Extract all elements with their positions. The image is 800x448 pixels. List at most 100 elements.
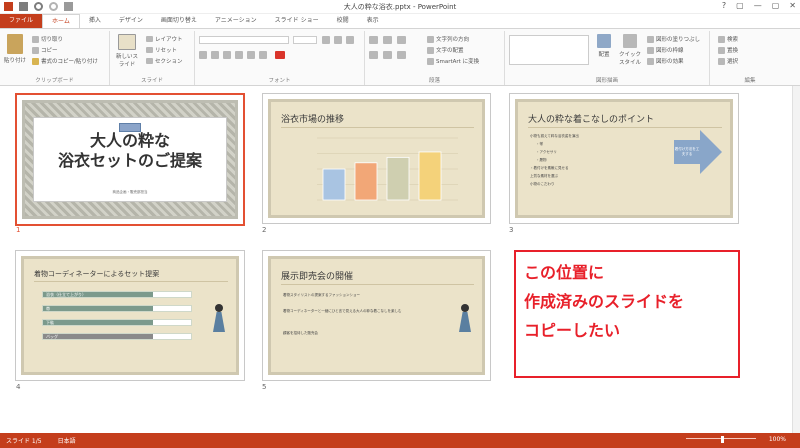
tab-home[interactable]: ホーム xyxy=(42,14,80,28)
slide-number-5: 5 xyxy=(262,383,267,391)
clipboard-group-label: クリップボード xyxy=(35,78,74,84)
italic-button[interactable] xyxy=(211,51,219,59)
find-icon xyxy=(718,35,725,43)
zoom-slider-thumb[interactable] xyxy=(721,436,724,443)
vertical-scrollbar[interactable] xyxy=(792,86,800,433)
align-left-button[interactable] xyxy=(369,51,378,59)
language-indicator[interactable]: 日本語 xyxy=(58,436,76,445)
slide-thumbnail-2[interactable]: 浴衣市場の推移 xyxy=(262,93,491,224)
drawing-group: 配置 クイック スタイル 図形の塗りつぶし 図形の枠線 図形の効果 図形描画 xyxy=(505,31,710,85)
close-icon[interactable]: ✕ xyxy=(789,1,796,10)
format-painter-button[interactable]: 書式のコピー/貼り付け xyxy=(32,57,98,65)
slide-1-canvas: 大人の粋な 浴衣セットのご提案 商品企画・販売部担当 xyxy=(22,100,238,219)
smartart-icon xyxy=(427,57,434,65)
editing-group-label: 編集 xyxy=(744,78,756,84)
help-icon[interactable]: ? xyxy=(722,1,726,10)
minimize-icon[interactable]: — xyxy=(754,1,762,10)
shape-effects-button[interactable]: 図形の効果 xyxy=(647,57,684,65)
shapes-gallery[interactable] xyxy=(509,35,589,65)
paste-button[interactable]: 貼り付け xyxy=(3,34,27,64)
zoom-level[interactable]: 100% xyxy=(769,436,786,443)
ribbon: 貼り付け 切り取り コピー 書式のコピー/貼り付け クリップボード 新しいスライ… xyxy=(0,28,800,86)
tab-animations[interactable]: アニメーション xyxy=(206,14,266,28)
new-slide-button[interactable]: 新しいスライド xyxy=(114,34,140,68)
align-right-icon xyxy=(397,51,406,59)
shape-outline-button[interactable]: 図形の枠線 xyxy=(647,46,684,54)
slide-thumbnail-5[interactable]: 展示即売会の開催 着物スタイリストの提案するファッションショー 着物コーディネー… xyxy=(262,250,491,381)
tab-review[interactable]: 校閲 xyxy=(328,14,358,28)
cut-button[interactable]: 切り取り xyxy=(32,35,63,43)
chart-bar-4 xyxy=(418,151,442,201)
slide-4-item-bar: 浴衣（仕立て上がり） xyxy=(42,291,192,298)
section-button[interactable]: セクション xyxy=(146,57,183,65)
slide-4-item-label: 下駄 xyxy=(43,320,153,325)
font-size-field[interactable] xyxy=(293,36,317,44)
strikethrough-button[interactable] xyxy=(247,51,255,59)
slide-5-canvas: 展示即売会の開催 着物スタイリストの提案するファッションショー 着物コーディネー… xyxy=(268,256,485,375)
find-button[interactable]: 検索 xyxy=(718,35,738,43)
spacing-button[interactable] xyxy=(259,51,267,59)
brush-icon xyxy=(32,57,39,65)
quick-styles-button[interactable]: クイック スタイル xyxy=(618,34,642,66)
bold-button[interactable] xyxy=(199,51,207,59)
align-text-button[interactable]: 文字の配置 xyxy=(427,46,464,54)
arrange-button[interactable]: 配置 xyxy=(593,34,615,58)
layout-button[interactable]: レイアウト xyxy=(146,35,183,43)
drawing-group-label: 図形描画 xyxy=(595,78,618,84)
slide-4-item-bar: バッグ xyxy=(42,333,192,340)
slide-4-item-label: 帯 xyxy=(43,306,153,311)
callout-line: 作成済みのスライドを xyxy=(524,292,685,311)
slide-4-item-label: 浴衣（仕立て上がり） xyxy=(43,292,153,297)
shadow-button[interactable] xyxy=(235,51,243,59)
chart-bar-2 xyxy=(354,162,378,201)
clear-format-button[interactable] xyxy=(346,36,354,44)
smartart-button[interactable]: SmartArt に変換 xyxy=(427,57,479,65)
tab-file[interactable]: ファイル xyxy=(0,14,43,28)
ribbon-display-icon[interactable]: ▢ xyxy=(736,1,744,10)
tab-view[interactable]: 表示 xyxy=(358,14,388,28)
align-center-button[interactable] xyxy=(383,51,392,59)
tab-transitions[interactable]: 画面切り替え xyxy=(152,14,206,28)
select-icon xyxy=(718,57,725,65)
shape-fill-button[interactable]: 図形の塗りつぶし xyxy=(647,35,700,43)
tab-design[interactable]: デザイン xyxy=(110,14,152,28)
font-shrink-button[interactable] xyxy=(334,36,342,44)
font-color-button[interactable] xyxy=(275,51,285,59)
scissors-icon xyxy=(32,35,39,43)
bullets-button[interactable] xyxy=(369,36,378,44)
underline-button[interactable] xyxy=(223,51,231,59)
copy-button[interactable]: コピー xyxy=(32,46,58,54)
title-bar: 大人の粋な浴衣.pptx - PowerPoint ? ▢ — ▢ ✕ xyxy=(0,0,800,14)
text-direction-button[interactable]: 文字列の方向 xyxy=(427,35,469,43)
replace-button[interactable]: 置換 xyxy=(718,46,738,54)
slide-3-bullet: 上質な素材を選ぶ xyxy=(530,174,558,178)
tab-insert[interactable]: 挿入 xyxy=(80,14,110,28)
indent-button[interactable] xyxy=(397,36,406,44)
slides-group-label: スライド xyxy=(140,78,163,84)
slide-3-bullet: ・帯 xyxy=(536,142,543,146)
maximize-icon[interactable]: ▢ xyxy=(772,1,780,10)
align-right-button[interactable] xyxy=(397,51,406,59)
slide-3-arrow-head xyxy=(700,130,722,174)
replace-icon xyxy=(718,46,725,54)
slide-number-4: 4 xyxy=(16,383,21,391)
slide-thumbnail-4[interactable]: 着物コーディネーターによるセット提案 浴衣（仕立て上がり） 帯 下駄 バッグ xyxy=(15,250,245,381)
slide-4-kimono-figure xyxy=(212,304,226,332)
slide-thumbnail-3[interactable]: 大人の粋な着こなしのポイント 小物も揃えて粋な浴衣姿を演出 ・帯 ・アクセサリ … xyxy=(509,93,739,224)
tab-slideshow[interactable]: スライド ショー xyxy=(266,14,328,28)
font-name-field[interactable] xyxy=(199,36,289,44)
slide-number-2: 2 xyxy=(262,226,267,234)
align-text-icon xyxy=(427,46,434,54)
font-group: フォント xyxy=(195,31,365,85)
slide-3-title: 大人の粋な着こなしのポイント xyxy=(528,112,722,128)
select-button[interactable]: 選択 xyxy=(718,57,738,65)
slide-3-bullet: ・履物 xyxy=(536,158,547,162)
slide-thumbnail-1[interactable]: 大人の粋な 浴衣セットのご提案 商品企画・販売部担当 xyxy=(15,93,245,226)
quick-styles-icon xyxy=(623,34,637,48)
callout-line: コピーしたい xyxy=(524,321,621,340)
reset-button[interactable]: リセット xyxy=(146,46,177,54)
slide-counter: スライド 1/5 xyxy=(6,438,42,445)
font-grow-icon xyxy=(322,36,330,44)
font-grow-button[interactable] xyxy=(322,36,330,44)
numbering-button[interactable] xyxy=(383,36,392,44)
